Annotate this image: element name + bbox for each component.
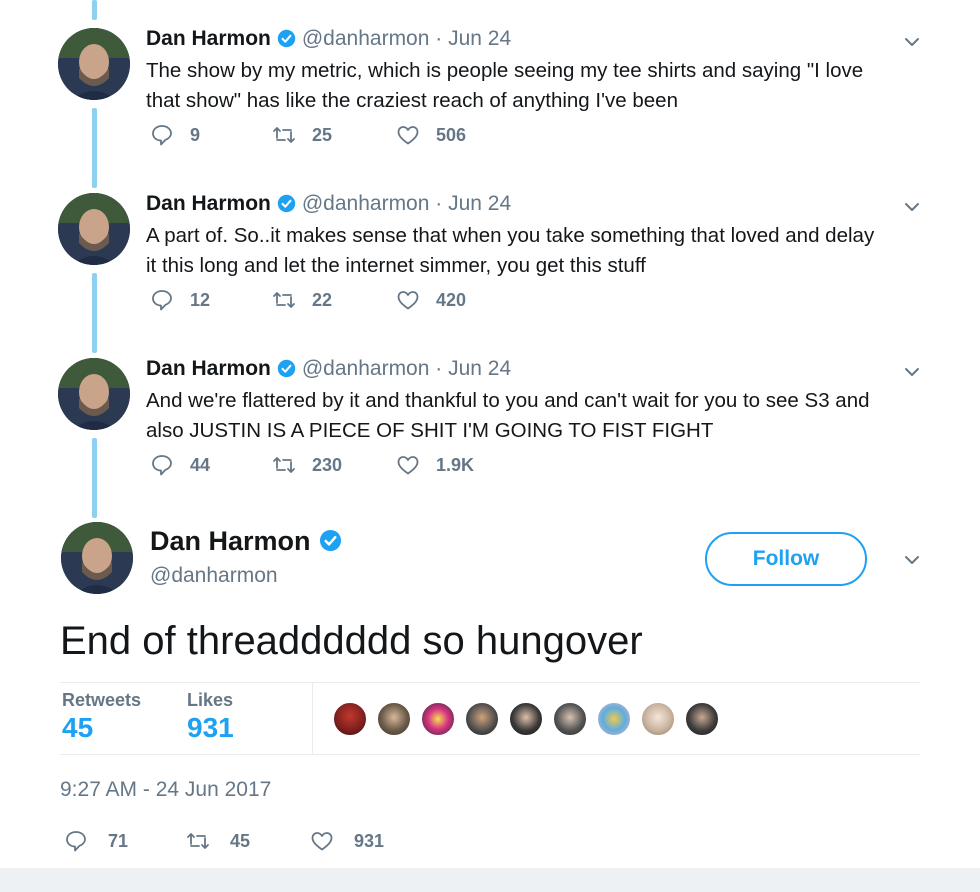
like-button[interactable]: 1.9K <box>396 452 474 478</box>
liker-avatar[interactable] <box>420 701 456 737</box>
reply-button[interactable]: 44 <box>150 452 210 478</box>
follow-button[interactable]: Follow <box>705 532 867 586</box>
retweet-count: 22 <box>312 289 333 310</box>
author-name[interactable]: Dan Harmon <box>146 357 271 380</box>
verified-icon <box>319 529 341 552</box>
liker-avatar[interactable] <box>640 701 676 737</box>
bottom-divider <box>0 868 980 892</box>
author-name[interactable]: Dan Harmon <box>146 27 271 50</box>
retweet-icon <box>273 292 295 308</box>
reply-icon <box>152 125 172 146</box>
liker-avatar[interactable] <box>596 701 632 737</box>
tweet-text: A part of. So..it makes sense that when … <box>146 224 875 277</box>
like-count: 1.9K <box>436 454 475 475</box>
reply-button[interactable]: 9 <box>150 122 200 148</box>
author-handle[interactable]: @danharmon <box>302 192 430 215</box>
like-count: 420 <box>436 289 467 310</box>
separator-dot: · <box>435 27 443 50</box>
avatar[interactable] <box>58 193 130 265</box>
reply-count: 12 <box>190 289 211 310</box>
retweets-stat[interactable]: Retweets 45 <box>62 688 141 744</box>
tweet-header: Dan Harmon @danharmon · Jun 24 <box>146 356 511 382</box>
tweet-date[interactable]: Jun 24 <box>448 27 511 50</box>
retweet-count: 45 <box>230 830 251 851</box>
like-count: 506 <box>436 124 467 145</box>
reply-button[interactable]: 71 <box>64 828 128 854</box>
retweets-label: Retweets <box>62 690 142 710</box>
like-icon <box>397 456 419 475</box>
retweet-button[interactable]: 22 <box>272 287 332 313</box>
liker-avatar[interactable] <box>332 701 368 737</box>
retweet-button[interactable]: 25 <box>272 122 332 148</box>
likes-label: Likes <box>187 690 234 710</box>
thread-tweet[interactable]: Dan Harmon @danharmon · Jun 24 A part of.… <box>0 165 980 330</box>
author-handle[interactable]: @danharmon <box>302 357 430 380</box>
tweet-date[interactable]: Jun 24 <box>448 192 511 215</box>
retweet-count: 25 <box>312 124 333 145</box>
chevron-down-icon[interactable] <box>902 197 922 217</box>
avatar[interactable] <box>58 358 130 430</box>
engagement-stats: Retweets 45 Likes 931 <box>60 682 920 755</box>
reply-icon <box>152 455 172 476</box>
thread-tweet[interactable]: Dan Harmon @danharmon · Jun 24 And we're … <box>0 330 980 495</box>
reply-count: 44 <box>190 454 211 475</box>
likes-stat[interactable]: Likes 931 <box>187 688 234 744</box>
like-icon <box>397 126 419 145</box>
tweet-date[interactable]: Jun 24 <box>448 357 511 380</box>
separator-dot: · <box>435 192 443 215</box>
reply-icon <box>152 290 172 311</box>
tweet-header: Dan Harmon @danharmon · Jun 24 <box>146 191 511 217</box>
chevron-down-icon[interactable] <box>902 550 922 570</box>
stats-divider <box>312 683 313 755</box>
like-icon <box>397 291 419 310</box>
liker-avatar[interactable] <box>376 701 412 737</box>
reply-icon <box>66 831 86 852</box>
like-icon <box>311 832 333 851</box>
main-author-name[interactable]: Dan Harmon <box>150 526 311 556</box>
retweet-button[interactable]: 45 <box>186 828 250 854</box>
chevron-down-icon[interactable] <box>902 32 922 52</box>
like-button[interactable]: 931 <box>310 828 384 854</box>
like-button[interactable]: 506 <box>396 122 466 148</box>
like-button[interactable]: 420 <box>396 287 466 313</box>
chevron-down-icon[interactable] <box>902 362 922 382</box>
main-author-handle[interactable]: @danharmon <box>150 564 278 588</box>
verified-icon <box>277 194 296 213</box>
liker-avatar[interactable] <box>684 701 720 737</box>
author-handle[interactable]: @danharmon <box>302 27 430 50</box>
retweet-count: 230 <box>312 454 343 475</box>
retweet-icon <box>273 127 295 143</box>
author-name[interactable]: Dan Harmon <box>146 192 271 215</box>
retweet-button[interactable]: 230 <box>272 452 342 478</box>
main-tweet-text: End of threadddddd so hungover <box>60 619 643 663</box>
tweet-text: And we're flattered by it and thankful t… <box>146 389 870 442</box>
liker-avatar[interactable] <box>552 701 588 737</box>
retweets-count: 45 <box>62 712 94 743</box>
verified-icon <box>277 29 296 48</box>
liker-avatar[interactable] <box>508 701 544 737</box>
likes-count: 931 <box>187 712 234 743</box>
tweet-timestamp[interactable]: 9:27 AM - 24 Jun 2017 <box>60 778 271 802</box>
retweet-icon <box>187 833 209 849</box>
retweet-icon <box>273 457 295 473</box>
reply-button[interactable]: 12 <box>150 287 210 313</box>
reply-count: 71 <box>108 830 129 851</box>
avatar[interactable] <box>58 28 130 100</box>
tweet-text: The show by my metric, which is people s… <box>146 59 864 112</box>
liker-avatar[interactable] <box>464 701 500 737</box>
main-author-name-row: Dan Harmon <box>150 526 348 557</box>
separator-dot: · <box>435 357 443 380</box>
like-count: 931 <box>354 830 385 851</box>
tweet-header: Dan Harmon @danharmon · Jun 24 <box>146 26 511 52</box>
main-avatar[interactable] <box>61 522 133 594</box>
thread-tweet[interactable]: Dan Harmon @danharmon · Jun 24 The show b… <box>0 0 980 165</box>
reply-count: 9 <box>190 124 201 145</box>
verified-icon <box>277 359 296 378</box>
